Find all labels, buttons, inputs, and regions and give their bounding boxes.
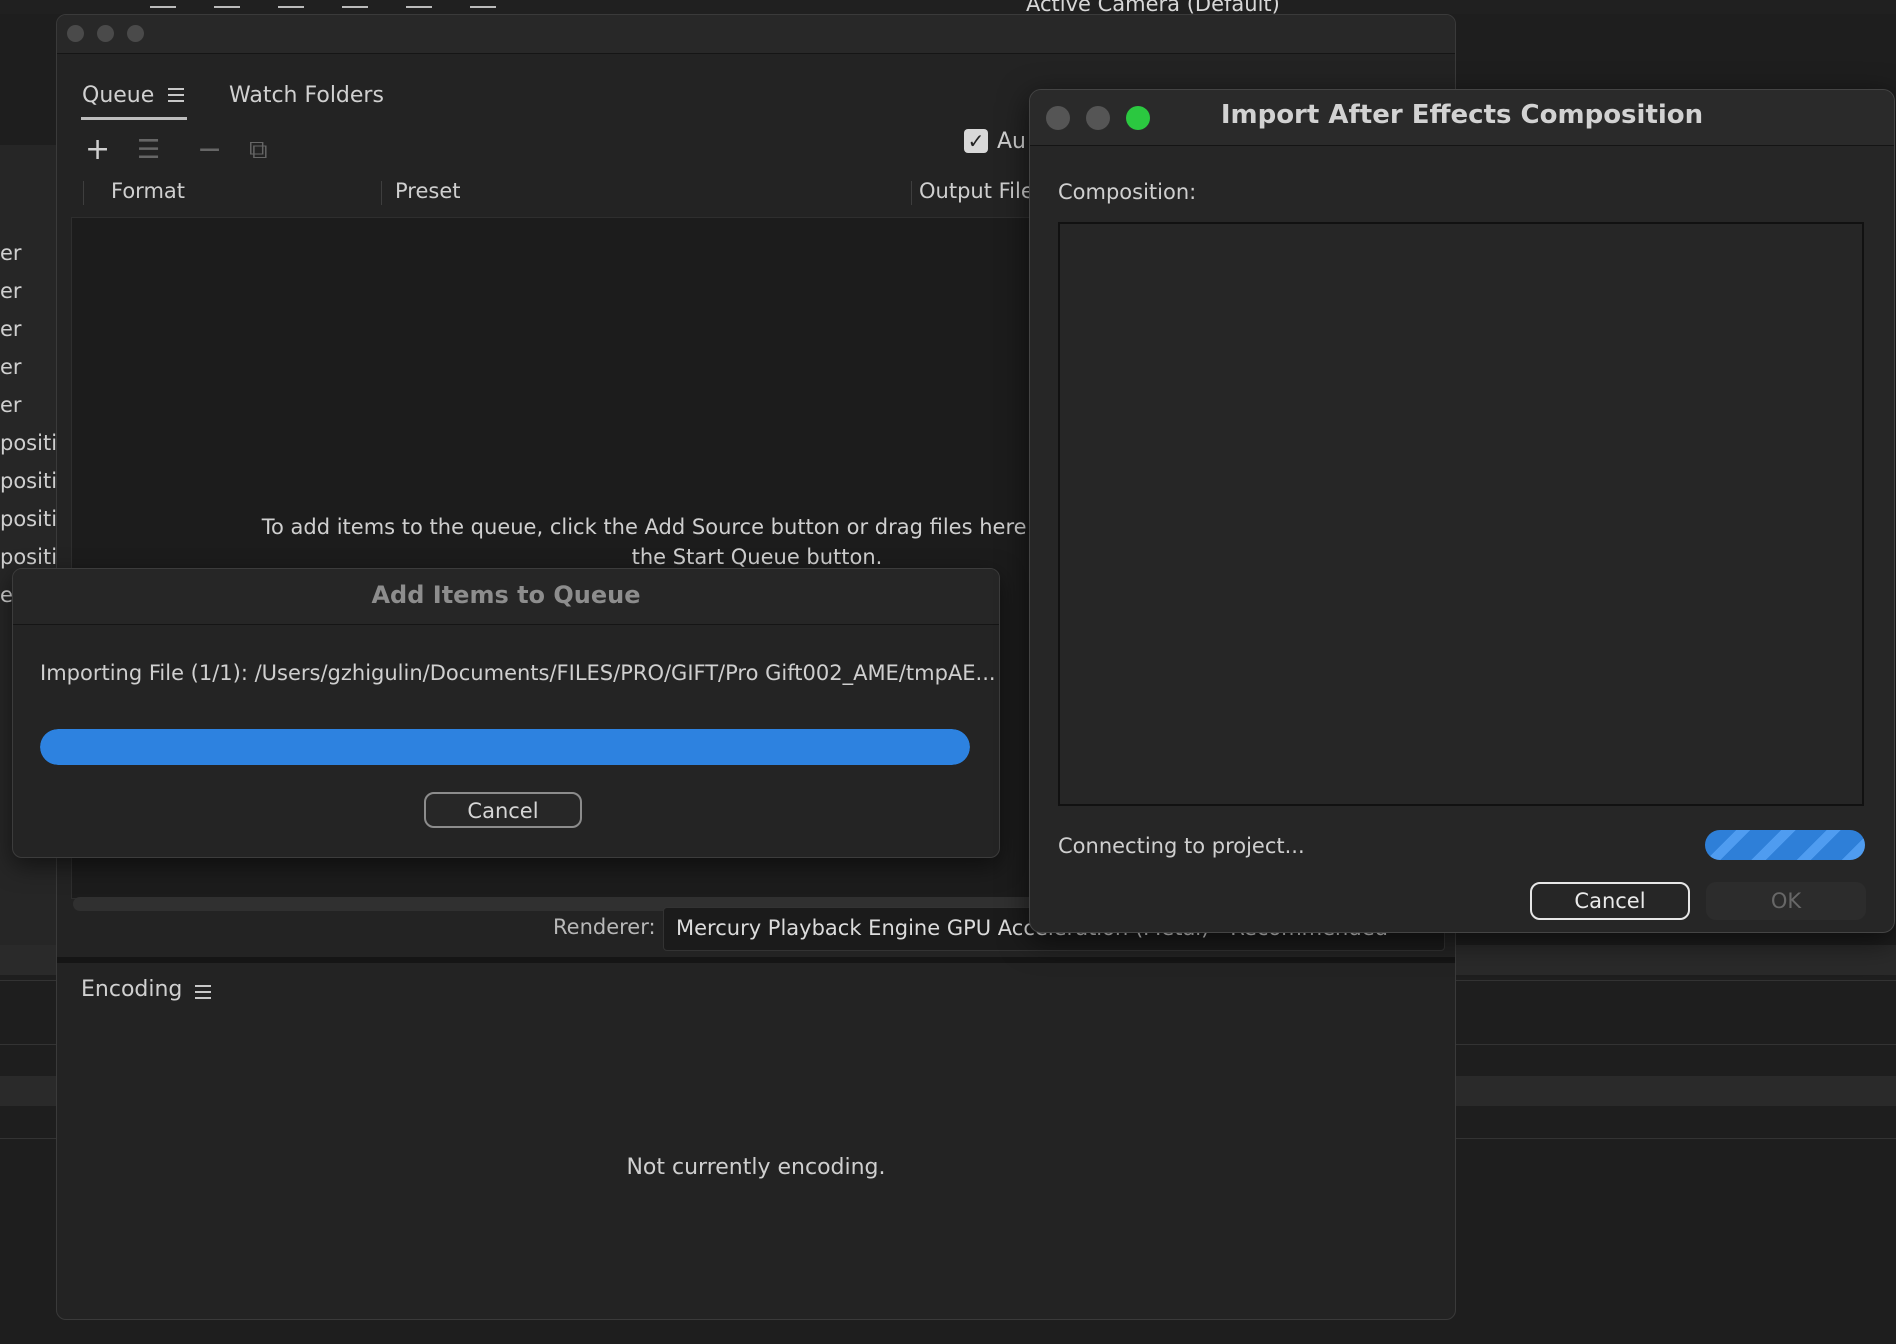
project-item: positi [0, 507, 56, 531]
window-titlebar [57, 15, 1455, 54]
cancel-import-button[interactable]: Cancel [424, 792, 582, 828]
minimize-window-button[interactable] [97, 25, 114, 42]
background-toolbar-icons [150, 0, 496, 10]
encoding-panel-menu-icon[interactable] [195, 985, 211, 999]
project-item: er [0, 317, 22, 341]
column-separator [911, 181, 912, 205]
project-item: positi [0, 431, 56, 455]
align-icon [342, 0, 368, 8]
composition-list[interactable] [1058, 222, 1864, 806]
duplicate-icon[interactable]: ⧉ [249, 135, 268, 165]
indeterminate-progress-bar [1705, 830, 1865, 860]
project-item: er [0, 241, 22, 265]
zoom-window-button[interactable] [127, 25, 144, 42]
tab-queue[interactable]: Queue [82, 83, 154, 108]
cancel-button[interactable]: Cancel [1530, 882, 1690, 920]
auto-encode-checkbox[interactable]: ✓ [964, 129, 988, 153]
align-icon [150, 0, 176, 8]
panel-divider[interactable] [57, 957, 1455, 963]
align-icon [278, 0, 304, 8]
dialog-titlebar: Add Items to Queue [13, 569, 999, 625]
project-item: er [0, 355, 22, 379]
encoding-status: Not currently encoding. [626, 1155, 886, 1180]
renderer-label: Renderer: [553, 915, 656, 939]
add-items-dialog: Add Items to Queue Importing File (1/1):… [12, 568, 1000, 858]
project-item: positi [0, 469, 56, 493]
close-window-button[interactable] [67, 25, 84, 42]
column-output-file[interactable]: Output File [919, 179, 1034, 203]
importing-file-text: Importing File (1/1): /Users/gzhigulin/D… [40, 661, 996, 685]
project-item: er [0, 393, 22, 417]
project-item: positi [0, 545, 56, 569]
import-progress-fill [40, 729, 970, 765]
add-output-icon[interactable]: ☰ [137, 135, 160, 165]
dialog-title: Add Items to Queue [371, 581, 641, 609]
dialog-titlebar: Import After Effects Composition [1030, 90, 1894, 146]
align-icon [406, 0, 432, 8]
active-tab-indicator [81, 117, 187, 120]
ok-button[interactable]: OK [1706, 882, 1866, 920]
align-icon [214, 0, 240, 8]
tab-watch-folders[interactable]: Watch Folders [229, 83, 384, 108]
column-separator [381, 181, 382, 205]
project-item: er [0, 279, 22, 303]
column-separator [83, 181, 84, 205]
column-format[interactable]: Format [111, 179, 185, 203]
import-ae-composition-dialog: Import After Effects Composition Composi… [1029, 89, 1895, 933]
align-icon [470, 0, 496, 8]
add-source-icon[interactable]: + [85, 135, 110, 165]
remove-icon[interactable]: − [197, 135, 222, 165]
composition-label: Composition: [1058, 180, 1197, 204]
column-preset[interactable]: Preset [395, 179, 460, 203]
import-progress-bar [40, 729, 970, 765]
dialog-title: Import After Effects Composition [1220, 100, 1704, 130]
tab-encoding[interactable]: Encoding [81, 977, 182, 1002]
auto-encode-label: Au [997, 129, 1026, 154]
connection-status: Connecting to project... [1058, 834, 1305, 858]
queue-panel-menu-icon[interactable] [168, 88, 184, 102]
